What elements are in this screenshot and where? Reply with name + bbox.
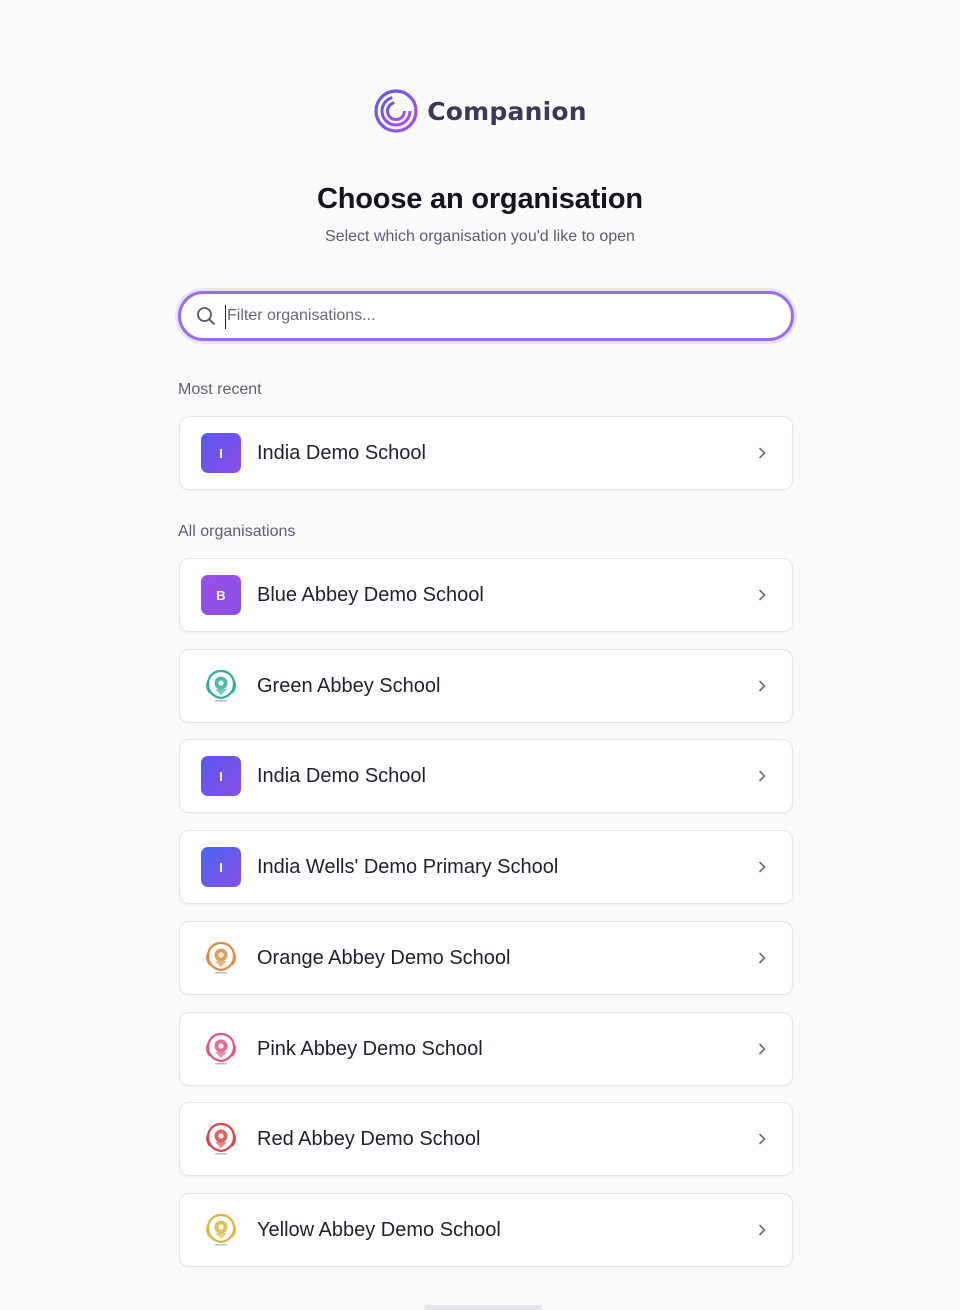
- chevron-right-icon: [759, 447, 766, 459]
- organisation-name: Pink Abbey Demo School: [257, 1037, 483, 1060]
- organisation-name: Blue Abbey Demo School: [257, 584, 484, 606]
- organisation-item[interactable]: Green Abbey School: [179, 648, 793, 723]
- organisation-item[interactable]: I India Demo School: [179, 416, 793, 490]
- org-initial-avatar: I: [201, 433, 241, 473]
- school-crest-icon: [201, 938, 241, 978]
- chevron-right-icon: [759, 680, 766, 691]
- page-title: Choose an organisation: [317, 183, 643, 215]
- chevron-right-icon: [759, 1133, 766, 1145]
- brand-name: Companion: [427, 96, 587, 126]
- organisation-name: India Demo School: [257, 442, 426, 464]
- organisation-item[interactable]: I India Wells' Demo Primary School: [179, 830, 793, 905]
- most-recent-label: Most recent: [178, 381, 262, 398]
- search-icon: [197, 307, 215, 325]
- organisation-name: Green Abbey School: [257, 674, 441, 697]
- school-crest-icon: [201, 1119, 241, 1159]
- chevron-right-icon: [759, 771, 766, 782]
- org-initial-avatar: I: [201, 756, 241, 797]
- organisation-name: Orange Abbey Demo School: [257, 946, 511, 969]
- chevron-right-icon: [759, 1224, 766, 1236]
- organisation-item[interactable]: Yellow Abbey Demo School: [179, 1192, 793, 1267]
- organisation-item[interactable]: I India Demo School: [179, 739, 793, 814]
- organisation-name: Red Abbey Demo School: [257, 1128, 481, 1151]
- school-crest-icon: [201, 1029, 241, 1069]
- org-picker-page: Companion Choose an organisation Select …: [0, 0, 960, 1310]
- chevron-right-icon: [759, 1043, 766, 1054]
- organisation-item[interactable]: Pink Abbey Demo School: [179, 1011, 793, 1086]
- search-box[interactable]: [178, 291, 794, 341]
- page-subtitle: Select which organisation you'd like to …: [325, 228, 635, 245]
- organisation-item[interactable]: Red Abbey Demo School: [179, 1102, 793, 1177]
- organisation-name: Yellow Abbey Demo School: [257, 1218, 501, 1241]
- companion-logo-icon: [374, 89, 418, 133]
- filter-organisations-input[interactable]: [227, 301, 767, 331]
- org-initial-avatar: B: [201, 575, 241, 615]
- school-crest-icon: [201, 666, 241, 706]
- chevron-right-icon: [759, 589, 766, 601]
- brand-logo: Companion: [0, 88, 960, 134]
- all-organisations-label: All organisations: [178, 523, 296, 540]
- org-initial-avatar: I: [201, 847, 241, 888]
- organisation-name: India Demo School: [257, 765, 426, 788]
- organisation-item[interactable]: B Blue Abbey Demo School: [179, 558, 793, 632]
- scroll-indicator: [424, 1305, 542, 1310]
- chevron-right-icon: [759, 952, 766, 964]
- organisation-name: India Wells' Demo Primary School: [257, 856, 559, 879]
- text-caret: [225, 305, 226, 329]
- chevron-right-icon: [759, 861, 766, 873]
- school-crest-icon: [201, 1210, 241, 1250]
- organisation-item[interactable]: Orange Abbey Demo School: [179, 920, 793, 995]
